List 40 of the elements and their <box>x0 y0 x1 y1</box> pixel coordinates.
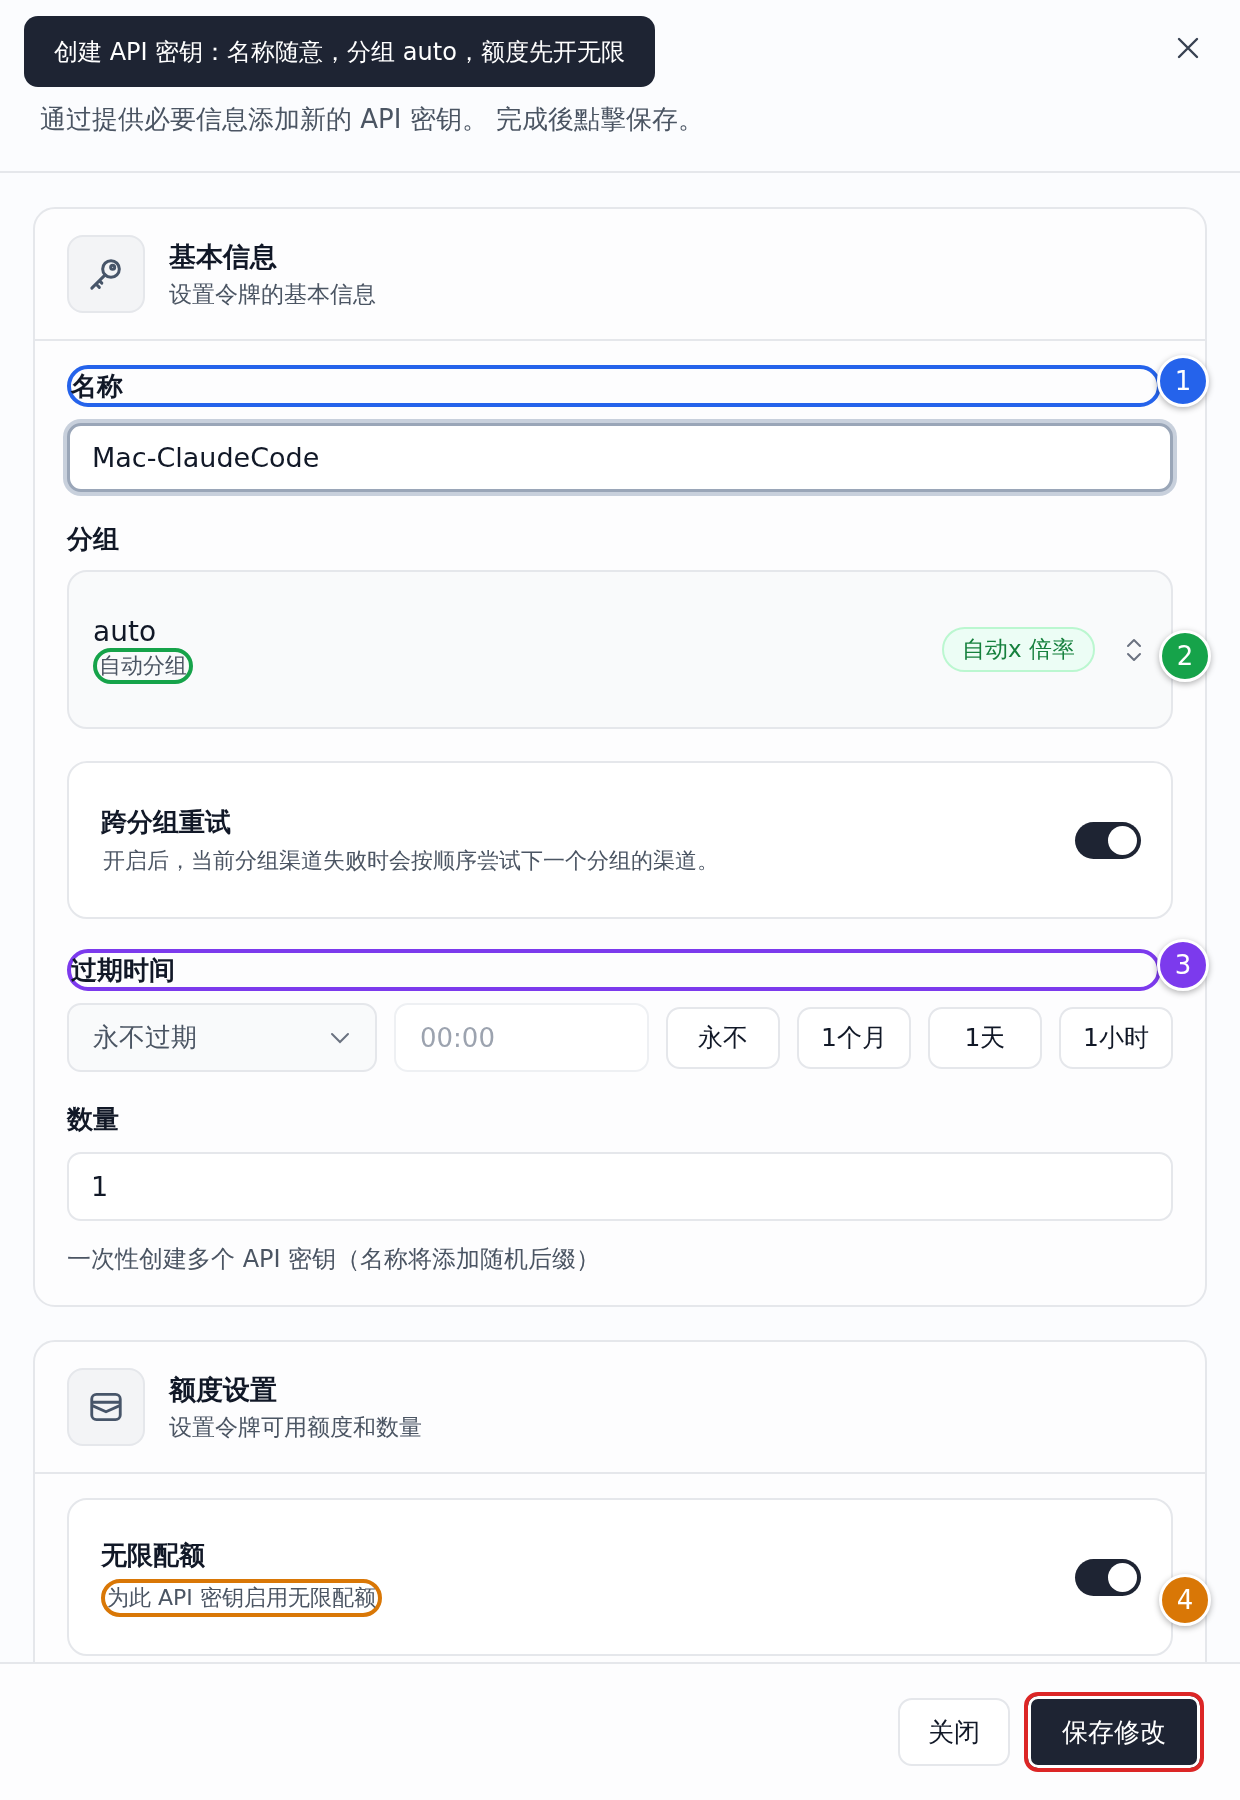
expiry-preset-button[interactable]: 1个月 <box>797 1006 911 1069</box>
toggle-title: 无限配额 <box>101 1538 205 1572</box>
section-subtitle: 设置令牌的基本信息 <box>169 279 376 309</box>
expiry-select[interactable]: 永不过期 <box>67 1003 377 1072</box>
section-title: 额度设置 <box>169 1372 278 1407</box>
wallet-icon <box>67 1368 145 1446</box>
expiry-preset-button[interactable]: 永不 <box>666 1006 780 1069</box>
step-number-badge: 1 <box>1157 355 1209 407</box>
expiry-preset-button[interactable]: 1天 <box>928 1006 1042 1069</box>
toggle-title: 跨分组重试 <box>101 805 231 839</box>
toggle-switch[interactable] <box>1075 821 1141 859</box>
toggle-switch[interactable] <box>1075 1558 1141 1596</box>
group-select[interactable]: auto 自动分组 自动x 倍率 <box>67 570 1173 729</box>
close-button[interactable]: 关闭 <box>898 1698 1010 1766</box>
toggle-description: 为此 API 密钥启用无限配额 <box>101 1578 382 1617</box>
close-icon[interactable] <box>1176 36 1200 60</box>
step-number-badge: 2 <box>1159 630 1211 682</box>
save-button[interactable]: 保存修改 <box>1024 1692 1204 1772</box>
time-input[interactable]: 00:00 <box>394 1003 649 1072</box>
field-label: 名称 <box>67 365 1161 407</box>
field-label: 分组 <box>67 523 119 556</box>
chevron-down-icon <box>329 1030 351 1045</box>
section-title: 基本信息 <box>169 239 278 274</box>
field-label: 数量 <box>67 1103 119 1136</box>
tooltip: 创建 API 密钥：名称随意，分组 auto，额度先开无限 <box>24 16 655 87</box>
field-hint: 一次性创建多个 API 密钥（名称将添加随机后缀） <box>67 1244 602 1275</box>
field-label: 过期时间 <box>67 949 1161 991</box>
key-icon <box>67 235 145 313</box>
group-value: auto <box>93 615 156 648</box>
quantity-input[interactable]: 1 <box>67 1152 1173 1221</box>
step-number-badge: 3 <box>1157 939 1209 991</box>
dialog-subtitle: 通过提供必要信息添加新的 API 密钥。 完成後點擊保存。 <box>40 103 705 136</box>
expiry-preset-button[interactable]: 1小时 <box>1059 1006 1173 1069</box>
ratio-tag: 自动x 倍率 <box>942 627 1095 672</box>
group-description: 自动分组 <box>93 647 193 684</box>
name-input[interactable]: Mac-ClaudeCode <box>67 423 1173 492</box>
step-number-badge: 4 <box>1159 1574 1211 1626</box>
toggle-description: 开启后，当前分组渠道失败时会按顺序尝试下一个分组的渠道。 <box>102 846 720 875</box>
expiry-value: 永不过期 <box>93 1021 197 1054</box>
section-subtitle: 设置令牌可用额度和数量 <box>169 1412 422 1442</box>
